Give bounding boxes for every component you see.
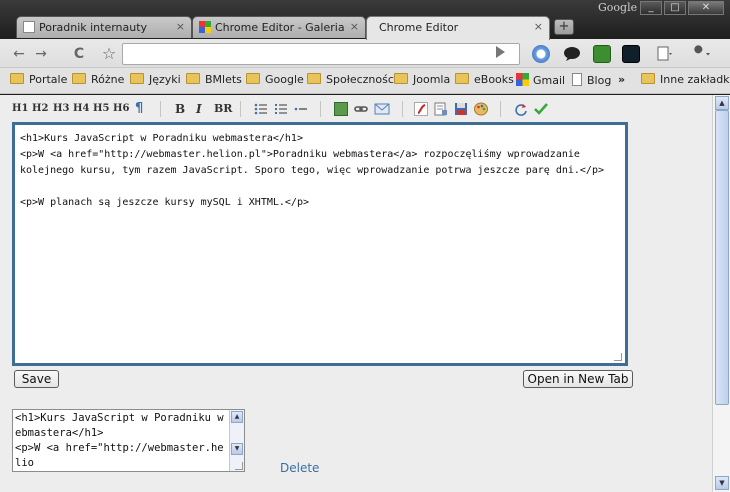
folder-icon	[186, 73, 200, 84]
tab-label: Chrome Editor	[379, 21, 459, 34]
forward-button[interactable]: →	[30, 44, 52, 64]
resize-grip-icon[interactable]	[235, 462, 243, 470]
page-menu-icon[interactable]	[656, 45, 674, 63]
html-editor-textarea[interactable]: <h1>Kurs JavaScript w Poradniku webmaste…	[12, 122, 628, 366]
bookmark-bmlets[interactable]: BMlets	[186, 73, 242, 89]
folder-icon	[10, 73, 24, 84]
toolbar-divider	[500, 101, 501, 117]
tab-label: Poradnik internauty	[39, 21, 148, 34]
bookmark-rozne[interactable]: Różne	[72, 73, 124, 89]
horizontal-rule-icon[interactable]	[294, 102, 308, 116]
image-icon[interactable]	[334, 102, 348, 116]
resize-grip-icon[interactable]	[614, 353, 622, 361]
folder-icon	[130, 73, 144, 84]
scroll-down-icon[interactable]: ▼	[231, 443, 243, 455]
wrench-icon[interactable]	[690, 45, 710, 63]
browser-toolbar: ← → C ☆	[0, 39, 730, 68]
reload-button[interactable]: C	[68, 44, 90, 64]
bookmark-spolecznosci[interactable]: Społeczności	[307, 73, 397, 89]
email-icon[interactable]	[374, 102, 390, 116]
go-icon[interactable]	[496, 46, 505, 58]
close-tab-icon[interactable]: ×	[176, 20, 185, 33]
refresh-icon[interactable]	[514, 102, 528, 116]
link-icon[interactable]	[354, 102, 368, 116]
folder-icon	[455, 73, 469, 84]
open-in-new-tab-button[interactable]: Open in New Tab	[523, 370, 633, 388]
checkmark-icon[interactable]	[534, 102, 548, 116]
folder-icon	[394, 73, 408, 84]
document-edit-icon[interactable]	[434, 102, 448, 116]
page-scrollbar[interactable]: ▲ ▼	[712, 95, 730, 492]
scroll-up-icon[interactable]: ▲	[715, 96, 729, 110]
format-paragraph-button[interactable]: ¶	[135, 100, 143, 118]
speech-bubble-icon[interactable]	[563, 45, 581, 63]
flash-icon[interactable]	[414, 102, 428, 116]
close-tab-icon[interactable]: ×	[350, 20, 359, 33]
format-br-button[interactable]: BR	[214, 100, 232, 118]
tab-label: Chrome Editor - Galeria roz…	[215, 21, 345, 34]
bookmark-google[interactable]: Google	[246, 73, 304, 89]
format-h2-button[interactable]: H2	[32, 100, 48, 118]
browser-window: Google _ □ ✕ Poradnik internauty × Chrom…	[0, 0, 730, 492]
bookmark-star-button[interactable]: ☆	[98, 44, 120, 64]
google-icon	[199, 21, 211, 33]
format-h4-button[interactable]: H4	[73, 100, 89, 118]
format-bold-button[interactable]: B	[175, 100, 185, 118]
folder-icon	[307, 73, 321, 84]
bookmarks-overflow-chevron[interactable]: »	[618, 73, 625, 89]
terminal-extension-icon[interactable]	[622, 45, 640, 63]
scrollbar-thumb[interactable]	[715, 110, 729, 405]
palette-icon[interactable]	[474, 102, 488, 116]
other-bookmarks[interactable]: Inne zakładki	[641, 73, 730, 89]
bookmark-blog[interactable]: Blog	[572, 73, 611, 89]
evernote-icon[interactable]	[593, 45, 611, 63]
format-h5-button[interactable]: H5	[93, 100, 109, 118]
minimize-button[interactable]: _	[640, 1, 662, 15]
tab-poradnik-internauty[interactable]: Poradnik internauty ×	[16, 16, 192, 38]
document-icon	[572, 73, 582, 86]
folder-icon	[72, 73, 86, 84]
bookmark-gmail[interactable]: Gmail	[516, 73, 565, 89]
tab-chrome-editor[interactable]: Chrome Editor ×	[366, 16, 550, 40]
numbered-list-icon[interactable]	[274, 102, 288, 116]
folder-icon	[246, 73, 260, 84]
page-content: H1 H2 H3 H4 H5 H6 ¶ B I BR <h1>Kurs Java…	[0, 95, 712, 492]
toolbar-divider	[402, 101, 403, 117]
bookmark-joomla[interactable]: Joomla	[394, 73, 450, 89]
google-icon	[516, 73, 529, 86]
tab-chrome-editor-galeria[interactable]: Chrome Editor - Galeria roz… ×	[192, 16, 366, 38]
close-window-button[interactable]: ✕	[688, 1, 724, 15]
bulleted-list-icon[interactable]	[254, 102, 268, 116]
bookmark-jezyki[interactable]: Języki	[130, 73, 181, 89]
format-italic-button[interactable]: I	[196, 100, 202, 118]
scroll-down-icon[interactable]: ▼	[715, 476, 729, 490]
save-button[interactable]: Save	[14, 370, 59, 388]
maximize-button[interactable]: □	[664, 1, 686, 15]
address-bar[interactable]	[122, 43, 520, 65]
delete-link[interactable]: Delete	[280, 461, 319, 475]
extension-globe-icon[interactable]	[532, 45, 550, 63]
toolbar-divider	[240, 101, 241, 117]
scroll-up-icon[interactable]: ▲	[231, 411, 243, 423]
format-h3-button[interactable]: H3	[53, 100, 69, 118]
folder-icon	[641, 73, 655, 84]
toolbar-divider	[320, 101, 321, 117]
browser-brand: Google	[598, 1, 638, 14]
save-disk-icon[interactable]	[454, 102, 468, 116]
format-h1-button[interactable]: H1	[12, 100, 28, 118]
new-tab-button[interactable]: +	[554, 19, 574, 35]
saved-snippet-text: <h1>Kurs JavaScript w Poradniku webmaste…	[15, 412, 224, 469]
bookmark-portale[interactable]: Portale	[10, 73, 67, 89]
back-button[interactable]: ←	[8, 44, 30, 64]
bookmark-ebooks[interactable]: eBooks	[455, 73, 514, 89]
page-icon	[23, 21, 35, 33]
saved-snippet-textarea[interactable]: <h1>Kurs JavaScript w Poradniku webmaste…	[12, 409, 245, 472]
close-tab-icon[interactable]: ×	[534, 20, 543, 33]
toolbar-divider	[160, 101, 161, 117]
bookmarks-bar: Portale Różne Języki BMlets Google Społe…	[0, 68, 730, 94]
format-h6-button[interactable]: H6	[113, 100, 129, 118]
